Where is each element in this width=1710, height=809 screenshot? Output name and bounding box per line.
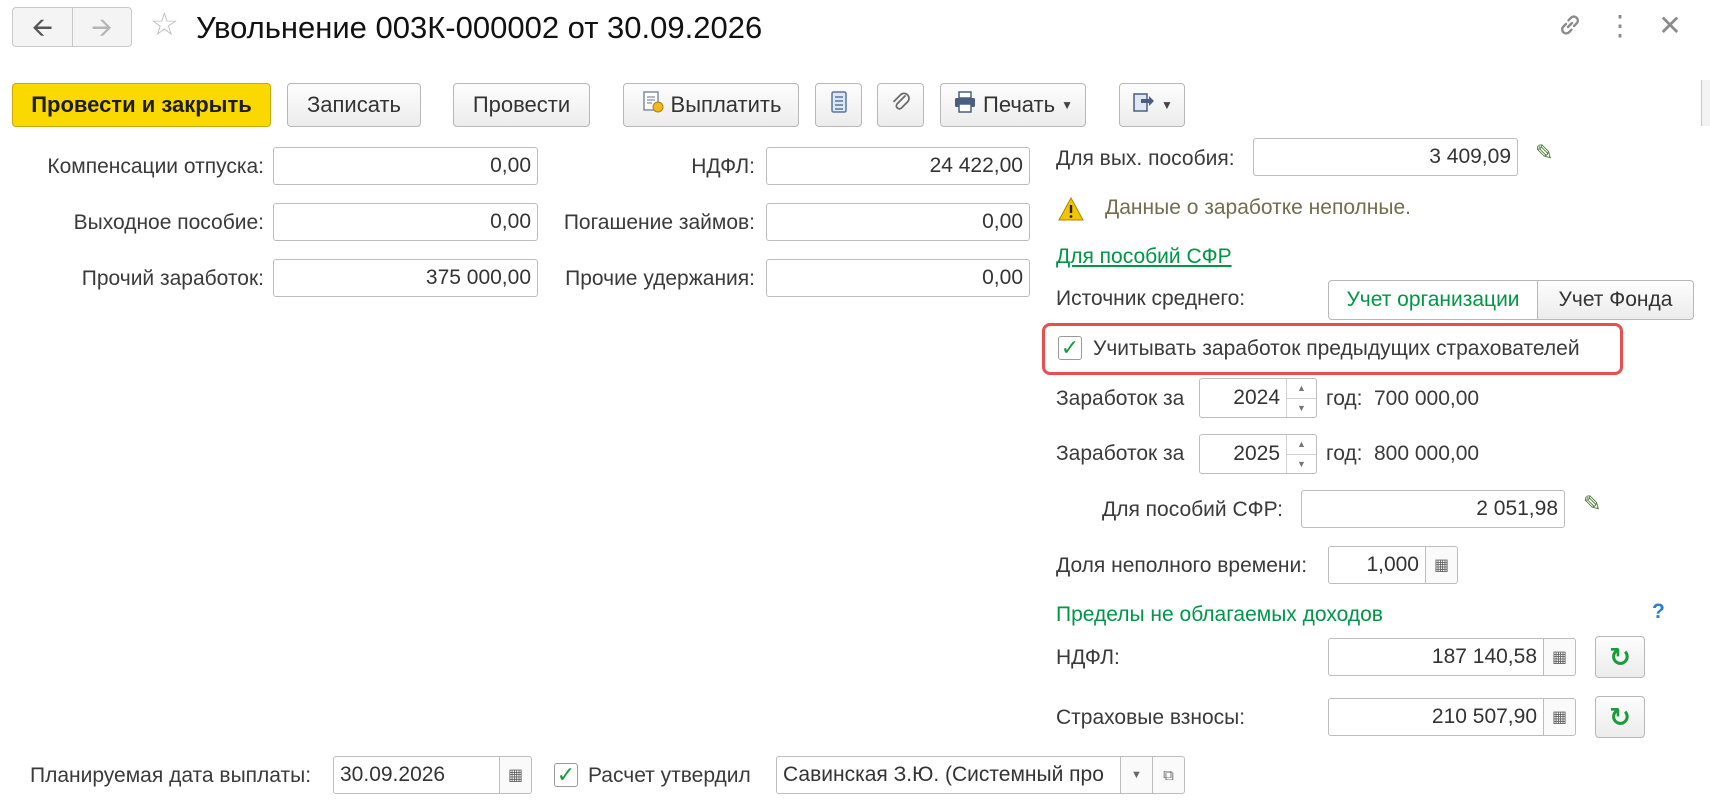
pay-button-label: Выплатить [670,92,782,117]
spin-down-icon[interactable]: ▼ [1287,399,1316,418]
loan-repayment-label: Погашение займов: [563,211,755,234]
chevron-down-icon: ▼ [1061,98,1073,112]
source-fund-toggle[interactable]: Учет Фонда [1538,280,1694,320]
edit-pencil-icon[interactable]: ✎ [1583,493,1601,515]
limit-ndfl-label: НДФЛ: [1056,646,1120,669]
print-button[interactable]: Печать ▼ [940,83,1086,127]
history-nav: 🡨 🡪 [12,7,132,47]
other-deductions-field[interactable]: 0,00 [766,259,1030,297]
year-spinner-2025[interactable]: 2025 ▲ ▼ [1199,434,1317,474]
limit-insurance-field[interactable]: 210 507,90 [1328,698,1544,736]
earnings-amount-2025: 800 000,00 [1374,442,1480,465]
calculator-icon[interactable]: ▦ [1426,546,1458,584]
severance-pay-label: Выходное пособие: [73,211,264,234]
forward-arrow-icon[interactable]: 🡪 [73,8,132,46]
document-title: Увольнение 003К-000002 от 30.09.2026 [196,10,763,45]
print-button-label: Печать [983,92,1056,117]
earnings-amount-2024: 700 000,00 [1374,387,1480,410]
list-icon [829,90,849,120]
approved-by-field[interactable]: Савинская З.Ю. (Системный про [776,756,1121,794]
sfr-average-field[interactable]: 2 051,98 [1301,490,1565,528]
other-earnings-field[interactable]: 375 000,00 [273,259,538,297]
severance-average-label: Для вых. пособия: [1056,147,1235,170]
list-button[interactable] [815,83,862,127]
more-menu-icon[interactable]: ⋮ [1602,10,1638,42]
post-button[interactable]: Провести [453,83,590,127]
create-based-on-button[interactable]: ▼ [1119,83,1185,127]
severance-pay-field[interactable]: 0,00 [273,203,538,241]
pay-document-icon [641,90,665,120]
approved-by-label: Расчет утвердил [588,764,751,787]
earnings-year-label: Заработок за [1056,442,1185,465]
earnings-year-label: Заработок за [1056,387,1185,410]
chevron-down-icon: ▼ [1161,98,1173,112]
prev-insurers-label: Учитывать заработок предыдущих страховат… [1093,337,1580,360]
spin-down-icon[interactable]: ▼ [1287,455,1316,474]
other-earnings-label: Прочий заработок: [81,267,264,290]
severance-average-field[interactable]: 3 409,09 [1253,138,1518,176]
year-value[interactable]: 2024 [1200,379,1286,417]
ndfl-field[interactable]: 24 422,00 [766,147,1030,185]
pay-button[interactable]: Выплатить [623,83,799,127]
non-taxable-limits-title: Пределы не облагаемых доходов [1056,603,1383,626]
prev-insurers-checkbox[interactable]: ✓ [1058,336,1082,360]
calculator-icon[interactable]: ▦ [1544,698,1576,736]
paperclip-icon [889,90,913,120]
year-spinner-2024[interactable]: 2024 ▲ ▼ [1199,378,1317,418]
calculator-icon[interactable]: ▦ [1544,638,1576,676]
spin-up-icon[interactable]: ▲ [1287,379,1316,399]
spin-up-icon[interactable]: ▲ [1287,435,1316,455]
chevron-down-icon[interactable]: ▼ [1121,756,1153,794]
attach-button[interactable] [877,83,924,127]
year-suffix-label: год: [1326,387,1363,410]
planned-pay-date-label: Планируемая дата выплаты: [30,764,312,787]
warning-text: Данные о заработке неполные. [1105,196,1412,219]
loan-repayment-field[interactable]: 0,00 [766,203,1030,241]
sfr-benefits-link[interactable]: Для пособий СФР [1056,245,1232,269]
warning-icon [1058,196,1084,226]
average-source-label: Источник среднего: [1056,287,1246,310]
link-icon[interactable] [1552,10,1588,47]
year-value[interactable]: 2025 [1200,435,1286,473]
close-icon[interactable]: ✕ [1652,10,1688,42]
save-button[interactable]: Записать [287,83,421,127]
open-item-icon[interactable]: ⧉ [1153,756,1185,794]
refresh-icon[interactable]: ↻ [1595,636,1645,678]
back-arrow-icon[interactable]: 🡨 [13,8,73,46]
sfr-average-label: Для пособий СФР: [1102,498,1283,521]
scrollbar[interactable] [1701,80,1710,126]
vacation-compensation-field[interactable]: 0,00 [273,147,538,185]
part-time-share-field[interactable]: 1,000 [1328,546,1426,584]
calendar-icon[interactable]: ▦ [500,756,532,794]
year-suffix-label: год: [1326,442,1363,465]
ndfl-label: НДФЛ: [691,155,755,178]
refresh-icon[interactable]: ↻ [1595,696,1645,738]
favorite-star-icon[interactable]: ☆ [150,8,179,40]
part-time-share-label: Доля неполного времени: [1056,554,1308,577]
limit-insurance-label: Страховые взносы: [1056,706,1246,729]
planned-pay-date-field[interactable]: 30.09.2026 [333,756,500,794]
help-icon[interactable]: ? [1652,600,1665,624]
approved-checkbox[interactable]: ✓ [554,763,578,787]
printer-icon [953,91,977,119]
post-and-close-button[interactable]: Провести и закрыть [12,83,271,127]
vacation-compensation-label: Компенсации отпуска: [47,155,264,178]
limit-ndfl-field[interactable]: 187 140,58 [1328,638,1544,676]
create-based-on-icon [1131,90,1155,120]
other-deductions-label: Прочие удержания: [565,267,755,290]
edit-pencil-icon[interactable]: ✎ [1535,142,1553,164]
source-organization-toggle[interactable]: Учет организации [1328,280,1538,320]
